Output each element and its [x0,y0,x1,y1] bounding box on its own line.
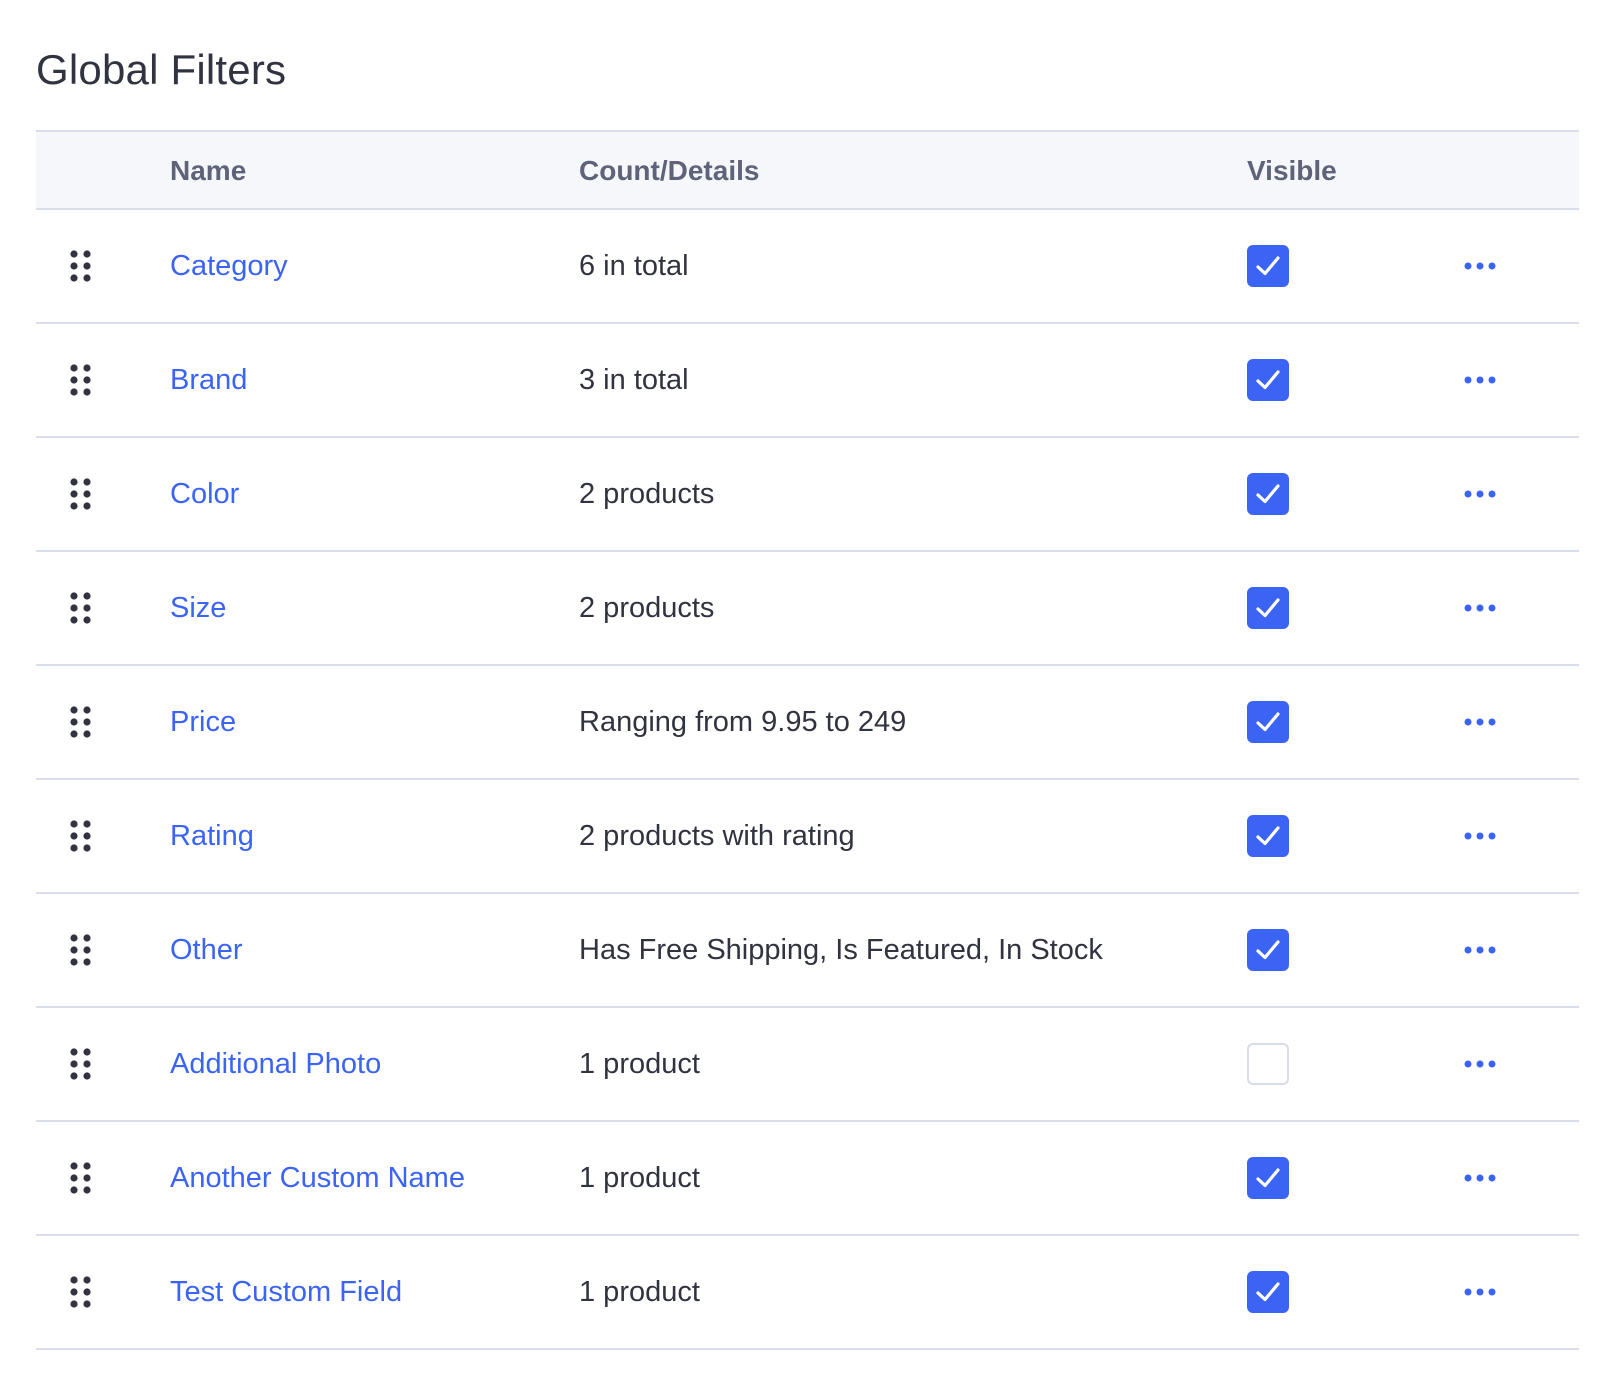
filter-name-link[interactable]: Additional Photo [170,1008,381,1120]
column-header-count-details: Count/Details [579,155,760,186]
more-actions-button[interactable] [1458,1048,1502,1080]
visible-checkbox[interactable] [1247,245,1289,287]
table-row: Price Ranging from 9.95 to 249 [36,666,1579,780]
checkmark-icon [1256,370,1280,390]
filter-count-details: Has Free Shipping, Is Featured, In Stock [579,934,1103,966]
visible-checkbox[interactable] [1247,587,1289,629]
more-horizontal-icon [1464,946,1496,954]
visible-checkbox[interactable] [1247,929,1289,971]
filter-count-details: 2 products [579,478,715,510]
more-actions-button[interactable] [1458,1162,1502,1194]
drag-handle-icon[interactable] [70,592,92,624]
visible-checkbox[interactable] [1247,1157,1289,1199]
checkmark-icon [1256,256,1280,276]
checkmark-icon [1256,484,1280,504]
filter-count-details: Ranging from 9.95 to 249 [579,706,907,738]
table-row: Another Custom Name 1 product [36,1122,1579,1236]
filter-count-details: 3 in total [579,364,689,396]
checkmark-icon [1256,940,1280,960]
column-header-name: Name [170,155,247,186]
filter-count-details: 6 in total [579,250,689,282]
checkmark-icon [1256,712,1280,732]
table-row: Rating 2 products with rating [36,780,1579,894]
checkmark-icon [1256,1282,1280,1302]
more-horizontal-icon [1464,1174,1496,1182]
drag-handle-icon[interactable] [70,934,92,966]
visible-checkbox[interactable] [1247,1271,1289,1313]
table-row: Color 2 products [36,438,1579,552]
filters-table: Name Count/Details Visible Category 6 in… [36,130,1579,1350]
table-row: Size 2 products [36,552,1579,666]
more-actions-button[interactable] [1458,934,1502,966]
more-actions-button[interactable] [1458,592,1502,624]
checkmark-icon [1256,1168,1280,1188]
drag-handle-icon[interactable] [70,250,92,282]
visible-checkbox[interactable] [1247,1043,1289,1085]
more-actions-button[interactable] [1458,1276,1502,1308]
more-horizontal-icon [1464,376,1496,384]
visible-checkbox[interactable] [1247,473,1289,515]
filter-name-link[interactable]: Rating [170,780,254,892]
filter-count-details: 1 product [579,1048,700,1080]
checkmark-icon [1256,598,1280,618]
drag-handle-icon[interactable] [70,1162,92,1194]
more-horizontal-icon [1464,1060,1496,1068]
table-row: Category 6 in total [36,210,1579,324]
more-horizontal-icon [1464,262,1496,270]
filter-name-link[interactable]: Size [170,552,226,664]
visible-checkbox[interactable] [1247,815,1289,857]
table-row: Brand 3 in total [36,324,1579,438]
drag-handle-icon[interactable] [70,1276,92,1308]
filter-name-link[interactable]: Brand [170,324,247,436]
filter-count-details: 1 product [579,1276,700,1308]
more-actions-button[interactable] [1458,820,1502,852]
filter-name-link[interactable]: Other [170,894,243,1006]
drag-handle-icon[interactable] [70,1048,92,1080]
table-row: Test Custom Field 1 product [36,1236,1579,1350]
filter-name-link[interactable]: Another Custom Name [170,1122,465,1234]
table-row: Other Has Free Shipping, Is Featured, In… [36,894,1579,1008]
more-actions-button[interactable] [1458,364,1502,396]
checkmark-icon [1256,826,1280,846]
drag-handle-icon[interactable] [70,706,92,738]
visible-checkbox[interactable] [1247,359,1289,401]
filter-count-details: 2 products [579,592,715,624]
drag-handle-icon[interactable] [70,364,92,396]
more-horizontal-icon [1464,832,1496,840]
more-horizontal-icon [1464,604,1496,612]
filter-count-details: 2 products with rating [579,820,855,852]
filter-name-link[interactable]: Price [170,666,236,778]
more-horizontal-icon [1464,490,1496,498]
more-horizontal-icon [1464,718,1496,726]
table-header: Name Count/Details Visible [36,130,1579,210]
filter-name-link[interactable]: Test Custom Field [170,1236,402,1348]
page-title: Global Filters [36,46,287,93]
more-actions-button[interactable] [1458,706,1502,738]
table-row: Additional Photo 1 product [36,1008,1579,1122]
more-actions-button[interactable] [1458,250,1502,282]
filter-count-details: 1 product [579,1162,700,1194]
drag-handle-icon[interactable] [70,478,92,510]
column-header-visible: Visible [1247,155,1337,186]
visible-checkbox[interactable] [1247,701,1289,743]
filter-name-link[interactable]: Category [170,210,288,322]
more-horizontal-icon [1464,1288,1496,1296]
more-actions-button[interactable] [1458,478,1502,510]
filter-name-link[interactable]: Color [170,438,239,550]
drag-handle-icon[interactable] [70,820,92,852]
table-body: Category 6 in total Brand 3 in total Col… [36,210,1579,1350]
